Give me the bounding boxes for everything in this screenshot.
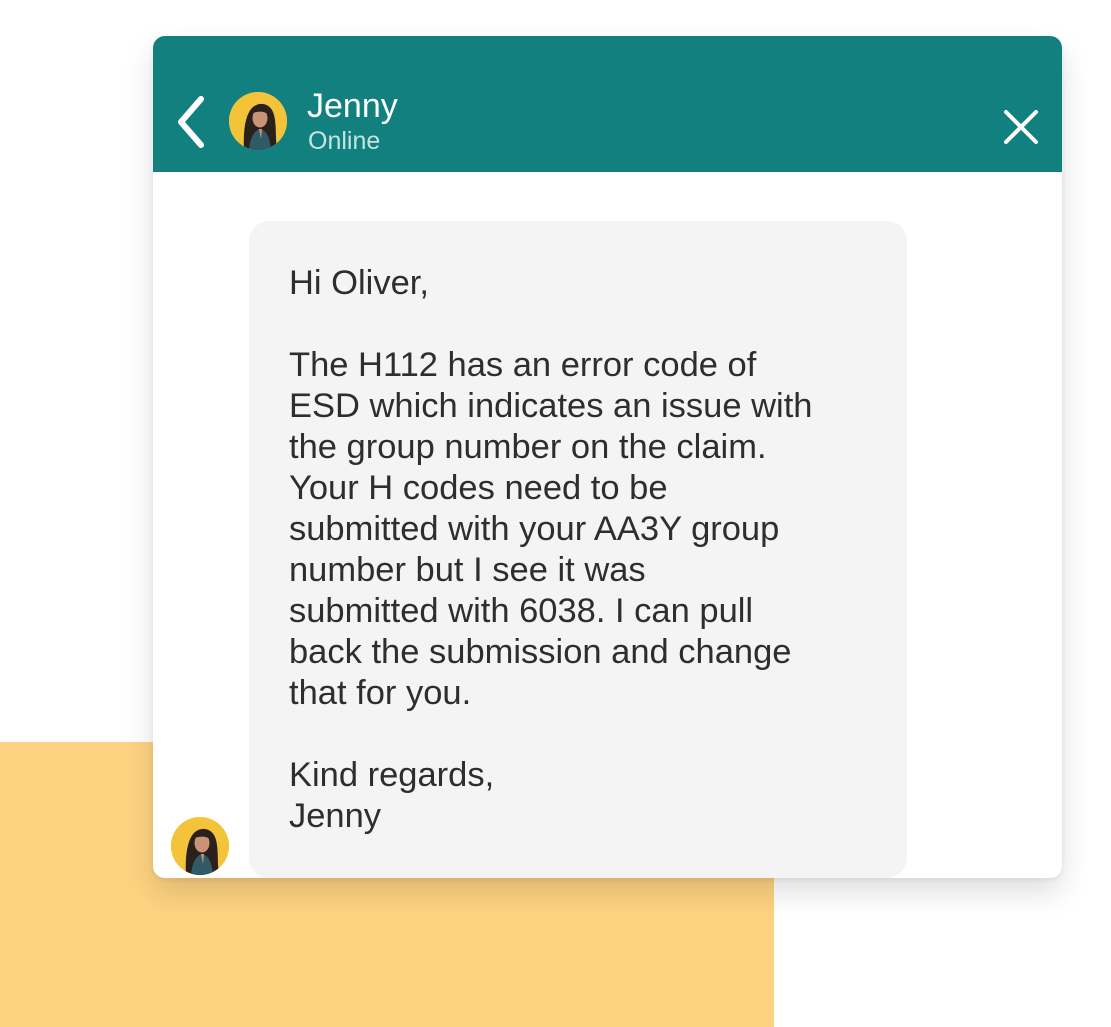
close-button[interactable] [996, 102, 1046, 152]
message-line: submitted with 6038. I can pull [289, 592, 754, 630]
contact-status: Online [308, 127, 381, 155]
message-bubble: Hi Oliver, The H112 has an error code of… [249, 221, 907, 878]
chat-window: Jenny Online Hi Oliver, The H112 has an … [153, 36, 1062, 878]
message-line: Your H codes need to be [289, 469, 668, 507]
message-line: back the submission and change [289, 633, 792, 671]
message-signoff-block: Kind regards, Jenny [289, 755, 889, 837]
contact-name: Jenny [307, 87, 398, 125]
page: Jenny Online Hi Oliver, The H112 has an … [0, 0, 1111, 1027]
message-signature: Jenny [289, 797, 382, 835]
contact-avatar[interactable] [229, 92, 287, 150]
message-line: the group number on the claim. [289, 428, 767, 466]
chevron-left-icon [178, 96, 204, 148]
sender-avatar [171, 817, 229, 875]
avatar-photo [171, 817, 229, 875]
message-line: The H112 has an error code of [289, 346, 757, 384]
message-line: number but I see it was [289, 551, 646, 589]
chat-header: Jenny Online [153, 36, 1062, 172]
message-signoff: Kind regards, [289, 756, 495, 794]
avatar-photo [229, 92, 287, 150]
close-icon [1004, 110, 1038, 144]
message-text: Hi Oliver, The H112 has an error code of… [289, 263, 889, 837]
message-line: submitted with your AA3Y group [289, 510, 780, 548]
message-body: The H112 has an error code of ESD which … [289, 345, 889, 714]
back-button[interactable] [171, 92, 215, 152]
message-line: ESD which indicates an issue with [289, 387, 813, 425]
message-greeting: Hi Oliver, [289, 264, 429, 302]
message-line: that for you. [289, 674, 472, 712]
